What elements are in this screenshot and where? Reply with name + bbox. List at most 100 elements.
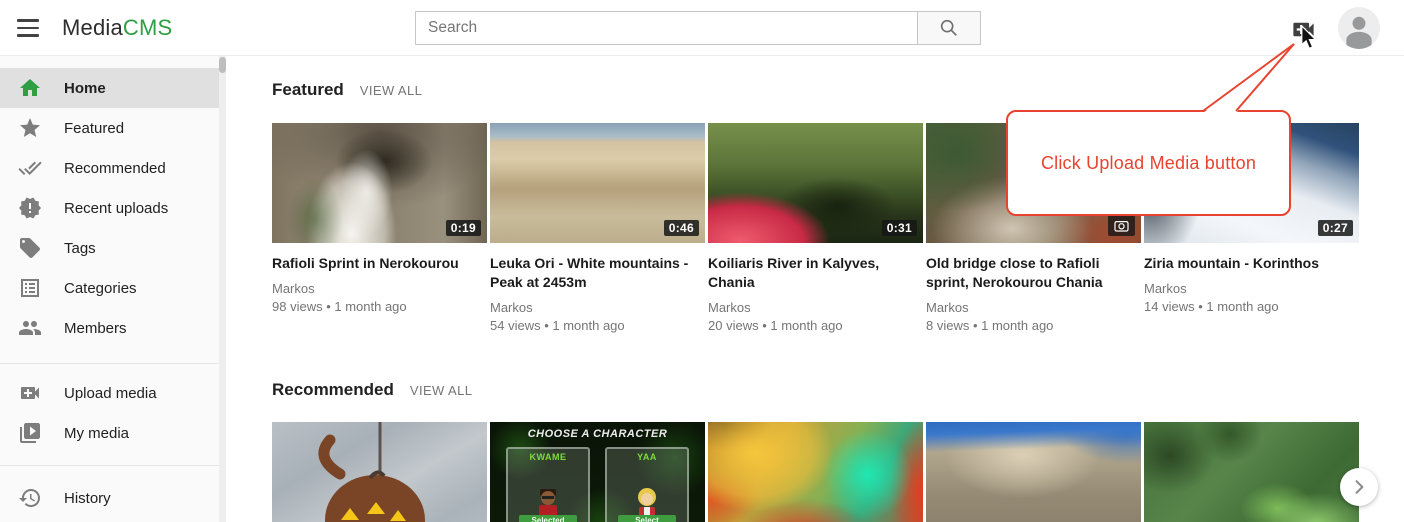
sidebar-divider [0,465,226,466]
game-selected-button: Selected [519,515,577,522]
sidebar-item-label: Tags [64,240,96,257]
video-thumbnail[interactable]: 0:19 [272,123,487,243]
sidebar-item-label: Home [64,80,106,97]
video-card-meta: Ziria mountain - Korinthos Markos 14 vie… [1144,254,1359,316]
video-author[interactable]: Markos [708,299,923,317]
search-icon [938,17,960,39]
history-icon [18,486,42,510]
video-author[interactable]: Markos [272,280,487,298]
sidebar-scrollbar-track [219,56,226,522]
video-views: 8 views • 1 month ago [926,317,1141,335]
sidebar-item-home[interactable]: Home [0,68,219,108]
upload-media-button[interactable] [1288,16,1318,42]
people-icon [18,316,42,340]
duration-badge: 0:19 [446,220,481,236]
game-select-button: Select [618,515,676,522]
logo-text-media: Media [62,15,123,40]
sidebar-item-label: Members [64,320,127,337]
double-check-icon [18,156,42,180]
sidebar-item-history[interactable]: History [0,478,219,518]
game-heading-text: CHOOSE A CHARACTER [490,428,705,440]
hamburger-menu-icon[interactable] [14,15,42,41]
photo-badge [1108,215,1135,236]
video-views: 20 views • 1 month ago [708,317,923,335]
video-thumbnail[interactable] [926,422,1141,522]
star-icon [18,116,42,140]
duration-badge: 0:27 [1318,220,1353,236]
sidebar-divider [0,363,226,364]
video-title[interactable]: Rafioli Sprint in Nerokourou [272,254,487,273]
annotation-text: Click Upload Media button [1041,153,1256,174]
recommended-section-header: Recommended VIEW ALL [272,380,472,400]
list-icon [18,276,42,300]
sidebar-item-upload-media[interactable]: Upload media [0,373,219,413]
video-views: 14 views • 1 month ago [1144,298,1359,316]
sidebar-item-label: Categories [64,280,137,297]
new-releases-icon [18,196,42,220]
video-title[interactable]: Old bridge close to Rafioli sprint, Nero… [926,254,1141,292]
sidebar-item-label: Upload media [64,385,157,402]
search-input[interactable] [415,11,918,45]
duration-badge: 0:46 [664,220,699,236]
video-thumbnail[interactable]: CHOOSE A CHARACTER KWAME YAA [490,422,705,522]
sidebar-item-recent-uploads[interactable]: Recent uploads [0,188,219,228]
video-thumbnail[interactable] [708,422,923,522]
video-call-icon [18,381,42,405]
video-thumbnail[interactable]: 0:46 [490,123,705,243]
mediacms-home-page: MediaCMS [0,0,1404,522]
video-library-icon [18,421,42,445]
video-thumbnail[interactable] [1144,422,1359,522]
top-app-bar: MediaCMS [0,0,1404,56]
sidebar-item-label: History [64,490,111,507]
video-card-meta: Koiliaris River in Kalyves, Chania Marko… [708,254,923,335]
sidebar-item-label: Featured [64,120,124,137]
carousel-next-button[interactable] [1340,468,1378,506]
video-card-meta: Leuka Ori - White mountains - Peak at 24… [490,254,705,335]
video-views: 98 views • 1 month ago [272,298,487,316]
camera-icon [1114,219,1129,232]
game-character-name: YAA [607,452,687,462]
sidebar-item-recommended[interactable]: Recommended [0,148,219,188]
user-avatar[interactable] [1338,7,1380,49]
sidebar-item-categories[interactable]: Categories [0,268,219,308]
section-title: Featured [272,80,344,100]
video-author[interactable]: Markos [1144,280,1359,298]
person-icon [1338,7,1380,49]
upload-media-icon [1290,16,1317,43]
video-author[interactable]: Markos [490,299,705,317]
video-card-meta: Old bridge close to Rafioli sprint, Nero… [926,254,1141,335]
logo-text-cms: CMS [123,15,173,40]
sidebar-nav: Home Featured Recommended Recent uploads… [0,56,226,522]
game-character-panel: KWAME [506,447,590,522]
recommended-view-all-link[interactable]: VIEW ALL [410,383,472,398]
sidebar-item-label: Recommended [64,160,166,177]
sidebar-item-label: Recent uploads [64,200,168,217]
home-icon [18,76,42,100]
video-title[interactable]: Leuka Ori - White mountains - Peak at 24… [490,254,705,292]
section-title: Recommended [272,380,394,400]
sidebar-item-my-media[interactable]: My media [0,413,219,453]
sidebar-item-tags[interactable]: Tags [0,228,219,268]
video-views: 54 views • 1 month ago [490,317,705,335]
search-button[interactable] [918,11,981,45]
duration-badge: 0:31 [882,220,917,236]
video-title[interactable]: Koiliaris River in Kalyves, Chania [708,254,923,292]
annotation-tooltip: Click Upload Media button [1006,110,1291,216]
game-character-name: KWAME [508,452,588,462]
mediacms-logo[interactable]: MediaCMS [62,0,172,56]
video-title[interactable]: Ziria mountain - Korinthos [1144,254,1359,273]
video-author[interactable]: Markos [926,299,1141,317]
sidebar-scrollbar-thumb[interactable] [219,57,226,73]
sidebar-item-members[interactable]: Members [0,308,219,348]
featured-section-header: Featured VIEW ALL [272,80,422,100]
search-bar [415,11,981,45]
tag-icon [18,236,42,260]
video-card-meta: Rafioli Sprint in Nerokourou Markos 98 v… [272,254,487,316]
featured-view-all-link[interactable]: VIEW ALL [360,83,422,98]
video-thumbnail[interactable]: 0:31 [708,123,923,243]
video-thumbnail[interactable] [272,422,487,522]
chevron-right-icon [1349,477,1369,497]
sidebar-item-label: My media [64,425,129,442]
game-character-panel: YAA [605,447,689,522]
sidebar-item-featured[interactable]: Featured [0,108,219,148]
